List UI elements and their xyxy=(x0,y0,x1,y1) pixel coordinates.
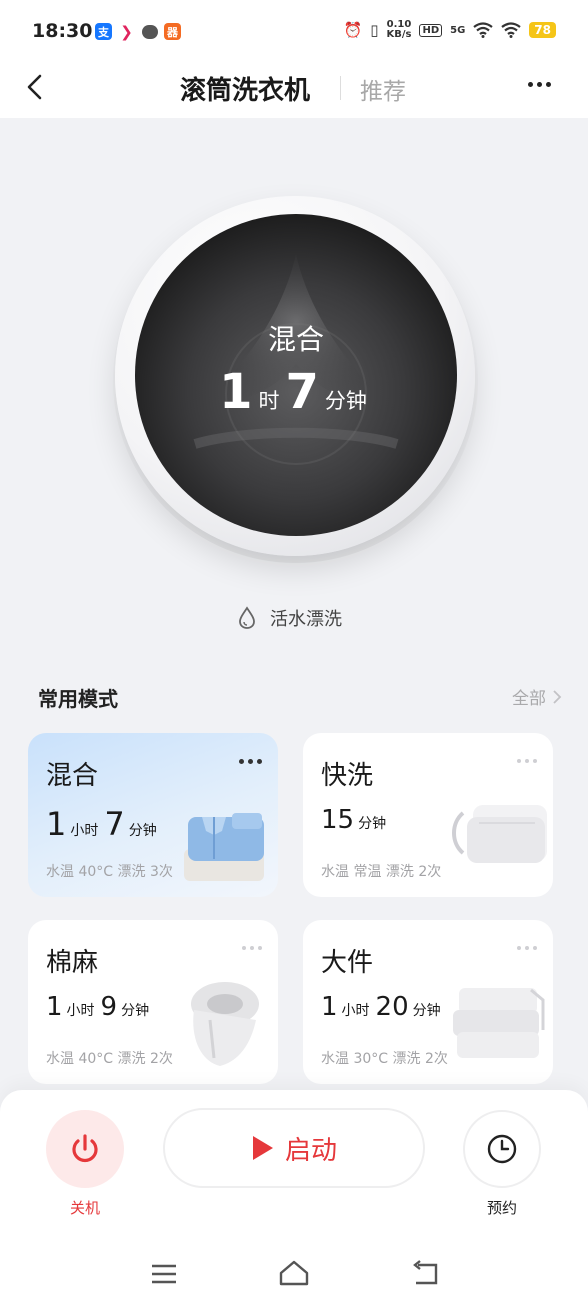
mode-card-meta: 水温 30°C 漂洗 2次 xyxy=(321,1051,448,1067)
menu-icon[interactable] xyxy=(150,1262,178,1286)
wifi-icon xyxy=(473,22,493,38)
network-speed: 0.10 KB/s xyxy=(386,19,412,40)
mode-card-duration: 15 分钟 xyxy=(321,805,387,835)
mode-card-meta: 水温 40°C 漂洗 3次 xyxy=(46,864,173,880)
folded-clothes-icon xyxy=(452,805,547,863)
drum-display: 混合 1 时 7 分钟 活水漂洗 xyxy=(0,118,588,658)
system-navigation-bar xyxy=(0,1250,588,1305)
play-icon xyxy=(252,1136,273,1160)
alarm-icon: ⏰ xyxy=(343,21,363,39)
shirt-icon xyxy=(184,813,264,881)
drum-mode-label: 混合 xyxy=(267,323,324,356)
wifi-icon-2 xyxy=(501,22,521,38)
status-bar: 18:30 支 ❯ 器 ⏰ ▯ 0.10 KB/s HD 5G 78 xyxy=(0,0,588,62)
card-more-icon[interactable] xyxy=(517,759,537,763)
mode-card-meta: 水温 常温 漂洗 2次 xyxy=(321,864,442,880)
mode-card-meta: 水温 40°C 漂洗 2次 xyxy=(46,1051,173,1067)
more-options-icon[interactable] xyxy=(528,82,551,87)
app-header: 滚筒洗衣机 推荐 xyxy=(0,62,588,118)
mode-card-duration: 1 小时 20 分钟 xyxy=(321,992,441,1022)
alipay-icon: 支 xyxy=(95,23,112,40)
mode-card-title: 棉麻 xyxy=(46,948,99,978)
power-label: 关机 xyxy=(69,1199,100,1217)
mode-card-mixed[interactable]: 混合 1 小时 7 分钟 水温 40°C 漂洗 3次 xyxy=(28,733,278,897)
chat-icon xyxy=(141,23,158,40)
view-all-label: 全部 xyxy=(512,689,546,709)
orange-app-icon: 器 xyxy=(164,23,181,40)
mode-card-duration: 1 小时 9 分钟 xyxy=(46,992,150,1022)
mode-card-title: 大件 xyxy=(321,948,374,978)
battery-icon: 78 xyxy=(529,22,556,38)
page-title: 滚筒洗衣机 xyxy=(180,76,311,106)
tab-recommend[interactable]: 推荐 xyxy=(360,72,406,106)
back-icon[interactable] xyxy=(410,1260,440,1288)
signal-5g-icon: 5G xyxy=(450,24,466,36)
drum-window: 混合 1 时 7 分钟 xyxy=(135,214,457,536)
clock-icon xyxy=(487,1134,517,1164)
status-app-icons: 支 ❯ 器 xyxy=(95,22,181,41)
drum-hours: 1 xyxy=(219,364,253,420)
hd-badge: HD xyxy=(419,23,443,37)
water-drop-icon xyxy=(239,606,255,629)
drum-minutes: 7 xyxy=(285,364,319,420)
bedding-icon xyxy=(453,988,545,1058)
control-bar: 关机 启动 预约 xyxy=(0,1090,588,1250)
schedule-button[interactable] xyxy=(463,1110,541,1188)
home-icon[interactable] xyxy=(278,1258,310,1288)
status-time: 18:30 xyxy=(32,20,93,42)
scarf-icon xyxy=(191,982,259,1066)
drum-minutes-unit: 分钟 xyxy=(324,389,367,413)
card-more-icon[interactable] xyxy=(517,946,537,950)
status-indicators: ⏰ ▯ 0.10 KB/s HD 5G 78 xyxy=(344,20,556,40)
drum-remaining-time: 1 时 7 分钟 xyxy=(135,364,457,420)
chevron-right-icon xyxy=(553,689,562,704)
start-label: 启动 xyxy=(284,1135,337,1166)
mode-card-title: 快洗 xyxy=(321,761,374,791)
drum-hours-unit: 时 xyxy=(258,389,280,413)
view-all-link[interactable]: 全部 xyxy=(512,684,562,709)
mode-card-quick[interactable]: 快洗 15 分钟 水温 常温 漂洗 2次 xyxy=(303,733,553,897)
feature-label: 活水漂洗 xyxy=(270,609,342,630)
back-arrow-icon[interactable] xyxy=(22,72,52,102)
mode-card-cotton-linen[interactable]: 棉麻 1 小时 9 分钟 水温 40°C 漂洗 2次 xyxy=(28,920,278,1084)
mode-card-title: 混合 xyxy=(46,761,99,791)
section-title: 常用模式 xyxy=(38,687,118,711)
arrow-app-icon: ❯ xyxy=(120,22,133,41)
feature-toggle[interactable]: 活水漂洗 xyxy=(236,605,342,631)
mode-card-duration: 1 小时 7 分钟 xyxy=(46,805,157,843)
power-button[interactable] xyxy=(46,1110,124,1188)
mode-card-bulky[interactable]: 大件 1 小时 20 分钟 水温 30°C 漂洗 2次 xyxy=(303,920,553,1084)
schedule-label: 预约 xyxy=(486,1199,517,1217)
power-icon xyxy=(72,1134,98,1163)
card-more-icon[interactable] xyxy=(242,946,262,950)
start-button[interactable]: 启动 xyxy=(163,1108,425,1188)
header-divider xyxy=(340,76,341,100)
vibrate-icon: ▯ xyxy=(370,21,379,39)
card-more-icon[interactable] xyxy=(239,759,262,764)
